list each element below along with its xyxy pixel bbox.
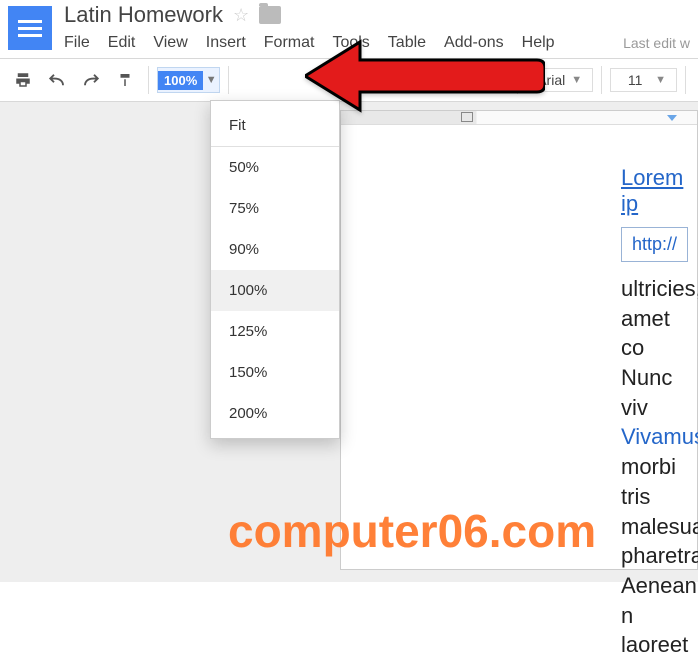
separator bbox=[148, 66, 149, 94]
link-url-tooltip[interactable]: http:// bbox=[621, 227, 688, 262]
separator bbox=[685, 66, 686, 94]
doc-title[interactable]: Latin Homework bbox=[64, 2, 223, 28]
menu-edit[interactable]: Edit bbox=[108, 34, 136, 52]
hyperlink-text[interactable]: Lorem ip bbox=[621, 165, 697, 217]
zoom-option-75[interactable]: 75% bbox=[211, 188, 339, 229]
font-size-selector[interactable]: 11 ▼ bbox=[610, 68, 677, 92]
document-body[interactable]: ultricies, amet co Nunc viv Vivamus morb… bbox=[621, 274, 697, 660]
zoom-option-50[interactable]: 50% bbox=[211, 147, 339, 188]
zoom-dropdown-menu: Fit 50% 75% 90% 100% 125% 150% 200% bbox=[210, 100, 340, 439]
zoom-option-150[interactable]: 150% bbox=[211, 352, 339, 393]
annotation-arrow bbox=[305, 36, 545, 121]
print-button[interactable] bbox=[8, 65, 38, 95]
star-icon[interactable]: ☆ bbox=[233, 5, 249, 26]
docs-logo[interactable] bbox=[8, 6, 52, 50]
zoom-selector[interactable]: 100% ▼ bbox=[157, 67, 220, 93]
zoom-value: 100% bbox=[158, 71, 203, 90]
watermark: computer06.com bbox=[228, 504, 596, 558]
zoom-option-90[interactable]: 90% bbox=[211, 229, 339, 270]
chevron-down-icon: ▼ bbox=[655, 74, 666, 86]
zoom-option-125[interactable]: 125% bbox=[211, 311, 339, 352]
undo-button[interactable] bbox=[42, 65, 72, 95]
separator bbox=[601, 66, 602, 94]
chevron-down-icon: ▼ bbox=[203, 74, 219, 86]
paint-format-button[interactable] bbox=[110, 65, 140, 95]
redo-button[interactable] bbox=[76, 65, 106, 95]
zoom-option-200[interactable]: 200% bbox=[211, 393, 339, 434]
ruler-tab-marker[interactable] bbox=[667, 115, 677, 121]
separator bbox=[228, 66, 229, 94]
menu-insert[interactable]: Insert bbox=[206, 34, 246, 52]
document-page[interactable]: Lorem ip http:// ultricies, amet co Nunc… bbox=[340, 110, 698, 570]
menu-file[interactable]: File bbox=[64, 34, 90, 52]
folder-icon[interactable] bbox=[259, 6, 281, 24]
zoom-option-100[interactable]: 100% bbox=[211, 270, 339, 311]
last-edit-text: Last edit w bbox=[623, 35, 690, 51]
menu-view[interactable]: View bbox=[153, 34, 187, 52]
font-size-value: 11 bbox=[621, 72, 649, 88]
chevron-down-icon: ▼ bbox=[571, 74, 582, 86]
